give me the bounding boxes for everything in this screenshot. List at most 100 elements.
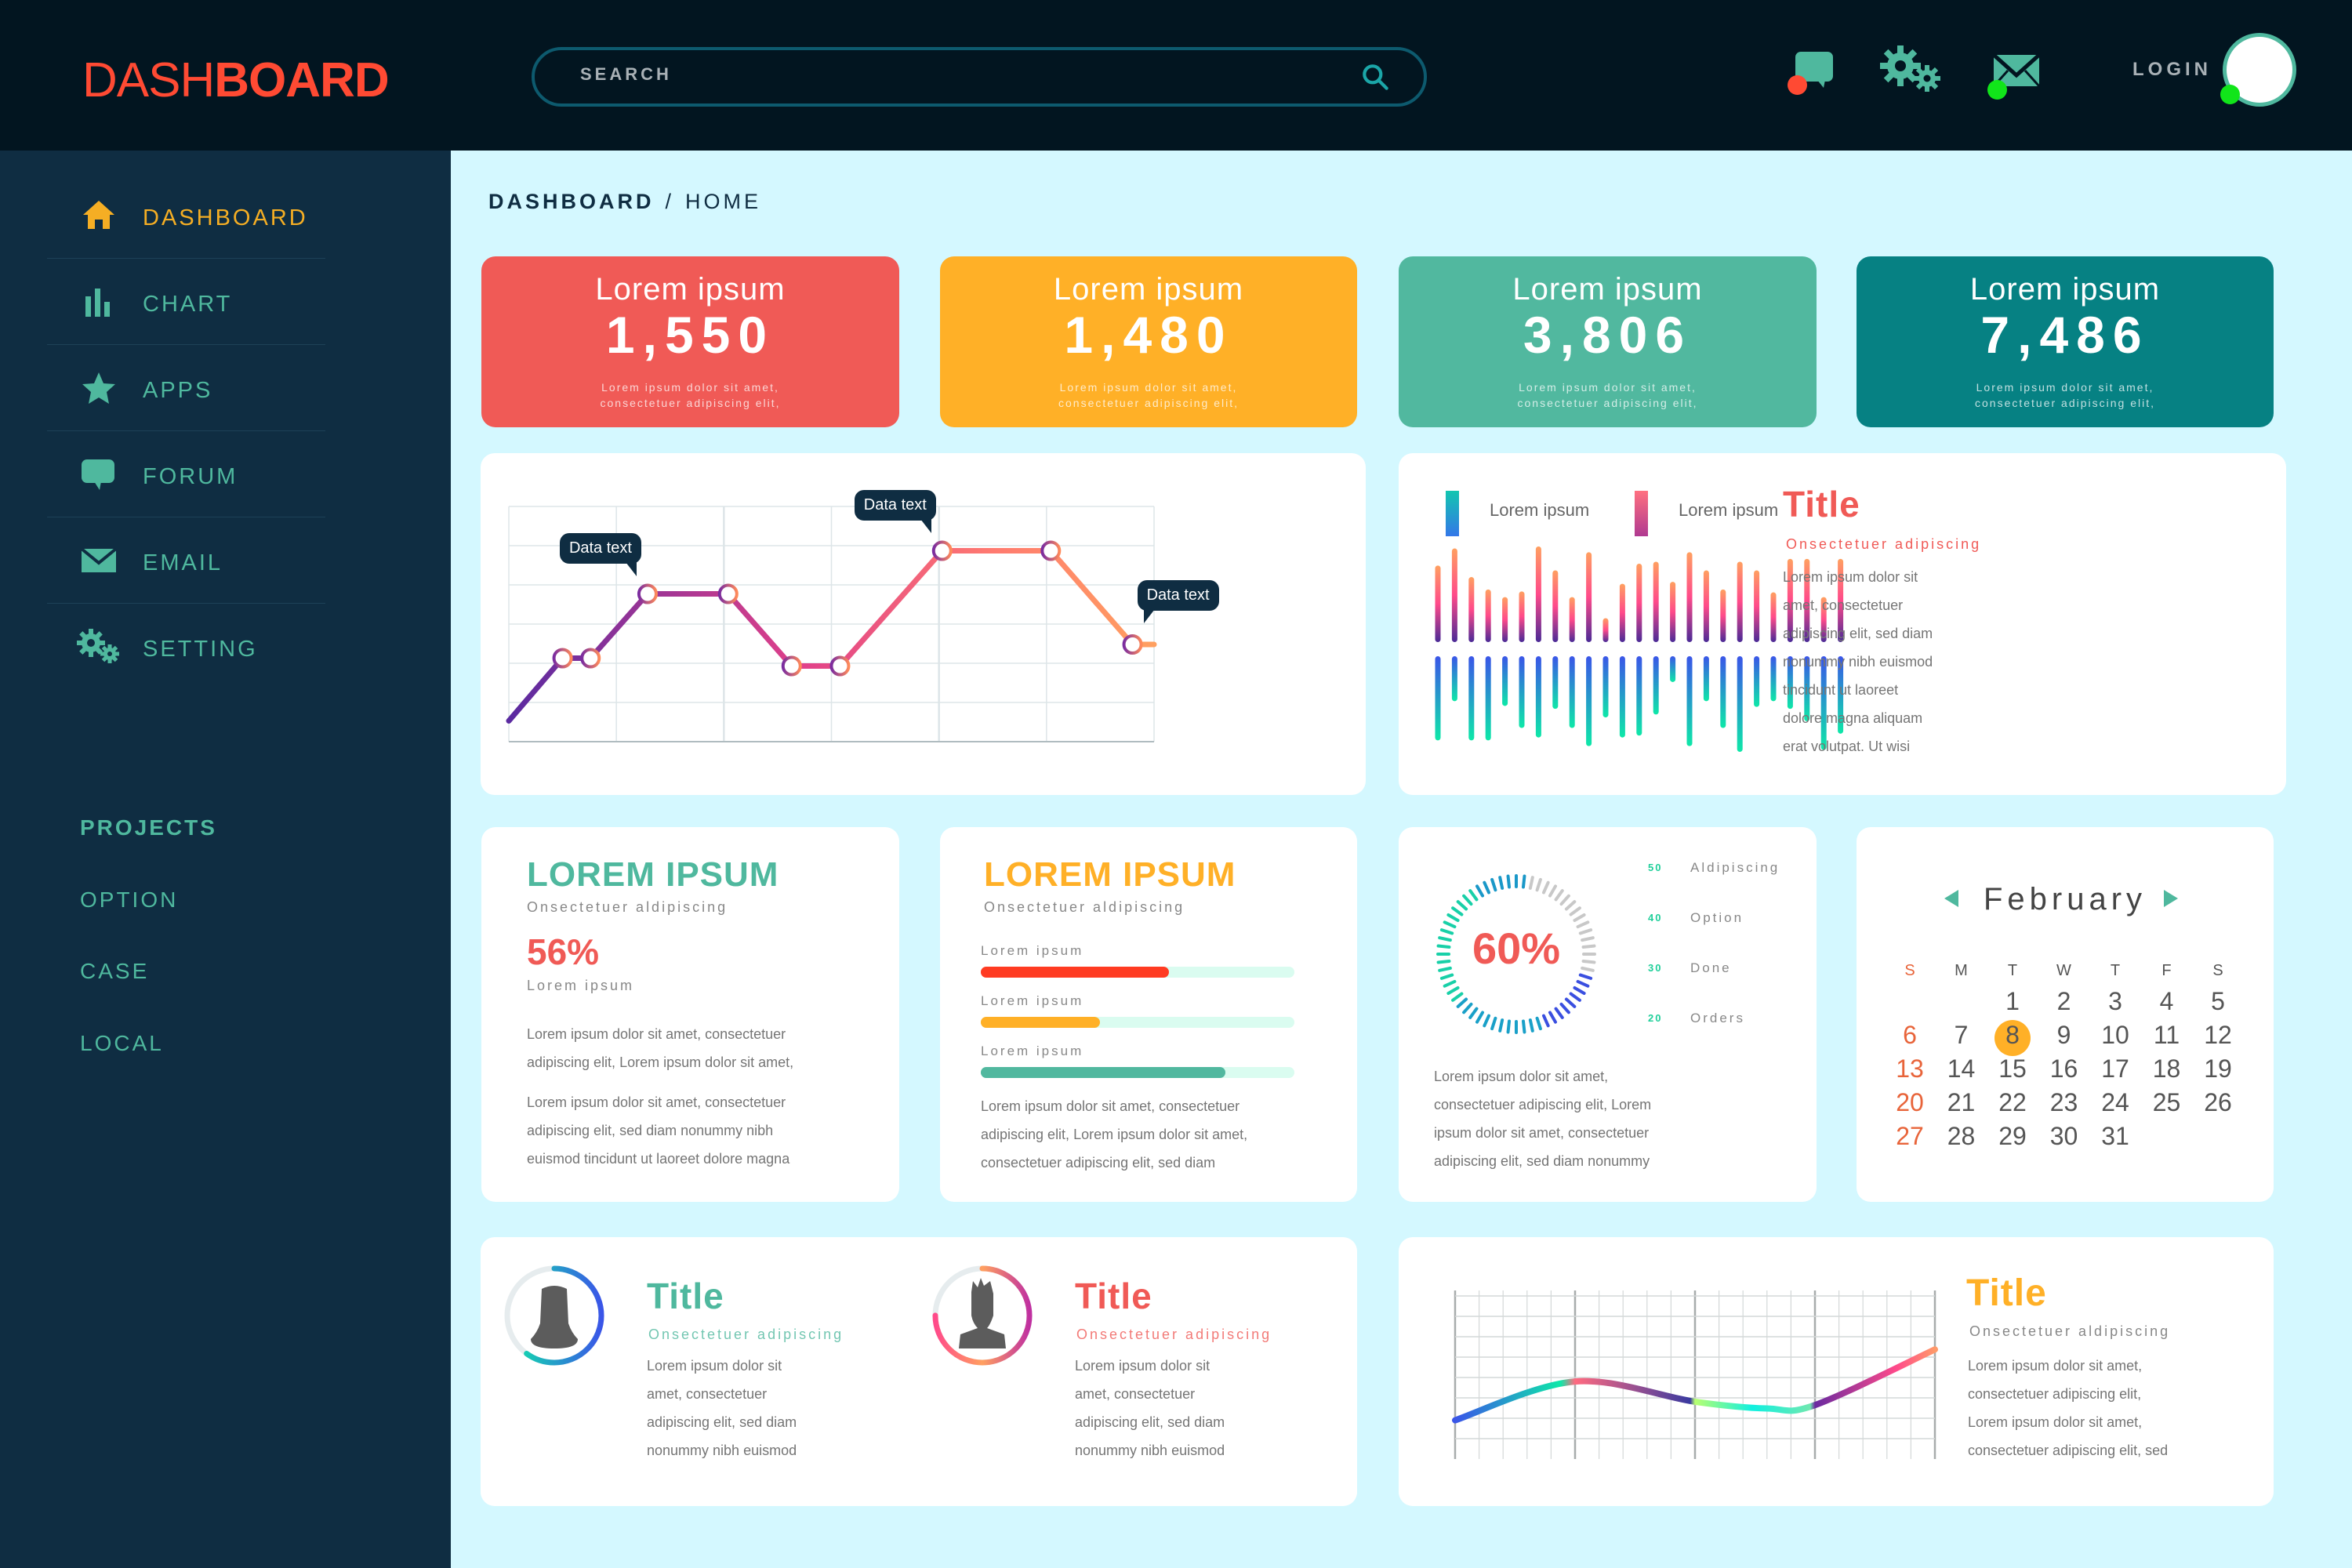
legend-label: Orders xyxy=(1690,1011,1745,1025)
card-subtitle: Onsectetuer aldipiscing xyxy=(527,899,728,915)
breadcrumb-root[interactable]: DASHBOARD xyxy=(488,190,655,213)
calendar-day[interactable]: 12 xyxy=(2193,1021,2243,1050)
card-subtitle: Onsectetuer aldipiscing xyxy=(1969,1323,2171,1339)
sidebar-item-label: APPS xyxy=(143,378,213,403)
sidebar-item-dashboard[interactable]: DASHBOARD xyxy=(47,172,325,259)
calendar-day[interactable]: 1 xyxy=(1987,987,2038,1016)
project-item-case[interactable]: CASE xyxy=(80,959,149,984)
calendar-next-icon[interactable] xyxy=(2161,888,2180,909)
calendar-day[interactable]: 16 xyxy=(2039,1054,2089,1083)
stat-value: 1,550 xyxy=(605,306,775,364)
calendar-day[interactable]: 24 xyxy=(2090,1088,2140,1117)
gauge-tick xyxy=(1475,1011,1484,1024)
gauge-tick xyxy=(1521,874,1526,889)
calendar-day[interactable]: 2 xyxy=(2039,987,2089,1016)
data-point[interactable] xyxy=(717,583,739,604)
sidebar-item-forum[interactable]: FORUM xyxy=(47,431,325,517)
sidebar-item-chart[interactable]: CHART xyxy=(47,259,325,345)
calendar-day[interactable]: 30 xyxy=(2039,1122,2089,1151)
search-icon[interactable] xyxy=(1359,61,1392,94)
gear-icon xyxy=(1880,45,1940,92)
gauge-tick xyxy=(1443,979,1457,988)
calendar-day[interactable]: 8 xyxy=(1987,1021,2038,1050)
gauge-tick xyxy=(1451,992,1464,1002)
data-point[interactable] xyxy=(1040,540,1062,561)
project-item-local[interactable]: LOCAL xyxy=(80,1031,164,1056)
stat-desc-line: consectetuer adipiscing elit, xyxy=(1975,397,2155,409)
calendar-day[interactable]: 28 xyxy=(1936,1122,1987,1151)
stat-card[interactable]: Lorem ipsum 7,486 Lorem ipsum dolor sit … xyxy=(1857,256,2274,427)
app-logo[interactable]: DASHBOARD xyxy=(82,53,390,108)
stat-card[interactable]: Lorem ipsum 1,480 Lorem ipsum dolor sit … xyxy=(940,256,1357,427)
search-input[interactable]: SEARCH xyxy=(532,47,1427,107)
calendar-day[interactable]: 3 xyxy=(2090,987,2140,1016)
data-point[interactable] xyxy=(552,648,573,669)
calendar-day[interactable]: 27 xyxy=(1885,1122,1935,1151)
header-mail-button[interactable] xyxy=(1980,53,2042,100)
data-point[interactable] xyxy=(637,583,658,604)
calendar-day[interactable]: 10 xyxy=(2090,1021,2140,1050)
gauge-tick xyxy=(1548,1011,1557,1024)
sidebar-item-email[interactable]: EMAIL xyxy=(47,517,325,604)
card-paragraph: Lorem ipsum dolor sit amet, consectetuer… xyxy=(527,1088,789,1173)
calendar-day[interactable]: 31 xyxy=(2090,1122,2140,1151)
text-line: adipiscing elit, Lorem ipsum dolor sit a… xyxy=(981,1127,1248,1142)
calendar-day[interactable]: 5 xyxy=(2193,987,2243,1016)
stat-desc-line: consectetuer adipiscing elit, xyxy=(1058,397,1239,409)
text-line: Lorem ipsum dolor sit amet, xyxy=(1968,1414,2143,1430)
text-line: adipiscing elit, sed diam xyxy=(1783,626,1933,641)
bar-down xyxy=(1435,656,1441,741)
calendar-day[interactable]: 6 xyxy=(1885,1021,1935,1050)
calendar-day[interactable]: 20 xyxy=(1885,1088,1935,1117)
bar-up xyxy=(1519,591,1525,642)
stat-card[interactable]: Lorem ipsum 1,550 Lorem ipsum dolor sit … xyxy=(481,256,899,427)
calendar-day[interactable]: 18 xyxy=(2142,1054,2192,1083)
data-point[interactable] xyxy=(1122,634,1143,655)
gauge-tick xyxy=(1573,986,1586,995)
gauge-tick xyxy=(1578,973,1593,980)
calendar-day[interactable]: 7 xyxy=(1936,1021,1987,1050)
text-line: nonummy nibh euismod xyxy=(1783,654,1933,670)
calendar-day[interactable]: 14 xyxy=(1936,1054,1987,1083)
calendar-day[interactable]: 22 xyxy=(1987,1088,2038,1117)
profile-avatar-ring xyxy=(932,1265,1033,1366)
calendar-day[interactable]: 21 xyxy=(1936,1088,1987,1117)
stat-value: 1,480 xyxy=(1064,306,1233,364)
sidebar-item-apps[interactable]: APPS xyxy=(47,345,325,431)
sidebar-item-setting[interactable]: SETTING xyxy=(47,604,325,690)
text-line: amet, consectetuer xyxy=(1075,1386,1196,1402)
data-point[interactable] xyxy=(781,655,802,677)
calendar-day[interactable]: 9 xyxy=(2039,1021,2089,1050)
bar-down xyxy=(1754,656,1760,707)
login-link[interactable]: LOGIN xyxy=(2132,59,2212,81)
data-point[interactable] xyxy=(829,655,851,677)
text-line: euismod tincidunt ut laoreet dolore magn… xyxy=(527,1151,790,1167)
stat-desc-line: consectetuer adipiscing elit, xyxy=(600,397,781,409)
gauge-tick xyxy=(1559,1002,1570,1014)
legend-label: Done xyxy=(1690,960,1732,975)
bar-up xyxy=(1602,618,1609,642)
stat-card[interactable]: Lorem ipsum 3,806 Lorem ipsum dolor sit … xyxy=(1399,256,1817,427)
text-line: nonummy nibh euismod xyxy=(1075,1443,1225,1458)
calendar-day[interactable]: 15 xyxy=(1987,1054,2038,1083)
calendar-day[interactable]: 4 xyxy=(2142,987,2192,1016)
calendar-day[interactable]: 23 xyxy=(2039,1088,2089,1117)
gauge-tick xyxy=(1446,913,1460,922)
panel-title: Title xyxy=(1783,484,1860,524)
header-settings-button[interactable] xyxy=(1880,45,1947,101)
progress-bar xyxy=(981,1067,1294,1078)
calendar-day[interactable]: 25 xyxy=(2142,1088,2192,1117)
header-chat-button[interactable] xyxy=(1786,49,1849,115)
calendar-day[interactable]: 17 xyxy=(2090,1054,2140,1083)
data-point[interactable] xyxy=(580,648,601,669)
gauge-tick xyxy=(1521,1019,1526,1034)
calendar-day[interactable]: 11 xyxy=(2142,1021,2192,1050)
project-item-option[interactable]: OPTION xyxy=(80,887,178,913)
calendar-day[interactable]: 19 xyxy=(2193,1054,2243,1083)
data-point[interactable] xyxy=(931,540,953,561)
calendar-day[interactable]: 29 xyxy=(1987,1122,2038,1151)
calendar-day[interactable]: 13 xyxy=(1885,1054,1935,1083)
gauge-tick xyxy=(1468,1007,1479,1019)
calendar-day[interactable]: 26 xyxy=(2193,1088,2243,1117)
gauge-tick xyxy=(1548,884,1557,898)
